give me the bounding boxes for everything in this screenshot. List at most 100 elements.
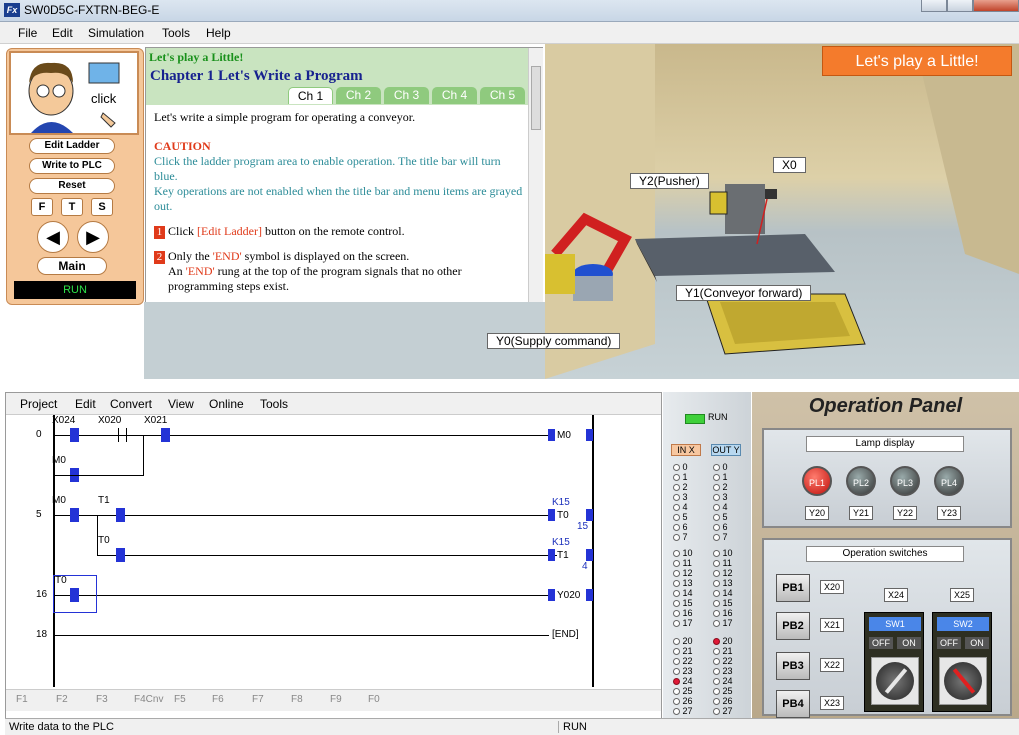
output-led bbox=[713, 504, 720, 512]
input-x-row: 17 bbox=[673, 618, 693, 628]
fkey-f6[interactable]: F6 bbox=[212, 694, 224, 705]
y1-conveyor-label: Y1(Conveyor forward) bbox=[676, 285, 812, 301]
operation-panel-title: Operation Panel bbox=[808, 395, 963, 417]
fkey-f8[interactable]: F8 bbox=[291, 694, 303, 705]
teacher-avatar-icon bbox=[28, 62, 120, 133]
step-number: 5 bbox=[36, 509, 42, 520]
close-button[interactable] bbox=[973, 0, 1019, 12]
ladder-menu-tools[interactable]: Tools bbox=[260, 397, 288, 411]
menu-simulation[interactable]: Simulation bbox=[88, 26, 144, 40]
sw2-off-label: OFF bbox=[937, 637, 961, 649]
prev-arrow-icon[interactable]: ◀ bbox=[37, 221, 69, 253]
tab-ch1[interactable]: Ch 1 bbox=[288, 87, 333, 104]
fkey-f4[interactable]: F4Cnv bbox=[134, 694, 163, 705]
input-x-row: 4 bbox=[673, 502, 688, 512]
s-button[interactable]: S bbox=[91, 198, 113, 216]
ladder-menu-project[interactable]: Project bbox=[20, 397, 57, 411]
contact-m0[interactable] bbox=[70, 508, 79, 522]
push-button-pb2[interactable]: PB2 bbox=[776, 612, 810, 640]
fkey-f0[interactable]: F0 bbox=[368, 694, 380, 705]
coil-y020[interactable]: Y020 bbox=[557, 590, 580, 601]
input-x-row: 1 bbox=[673, 472, 688, 482]
ladder-menu-online[interactable]: Online bbox=[209, 397, 244, 411]
sw2-x25-label: X25 bbox=[950, 588, 974, 602]
output-led bbox=[713, 570, 720, 578]
fkey-f2[interactable]: F2 bbox=[56, 694, 68, 705]
selector-switch-sw2[interactable]: SW2 OFF ON bbox=[932, 612, 992, 712]
tab-ch2[interactable]: Ch 2 bbox=[336, 87, 381, 104]
y0-supply-label: Y0(Supply command) bbox=[487, 333, 621, 349]
main-button[interactable]: Main bbox=[37, 257, 107, 275]
output-y-row: 16 bbox=[713, 608, 733, 618]
minimize-button[interactable] bbox=[921, 0, 947, 12]
tutorial-scrollbar[interactable] bbox=[528, 48, 543, 303]
lamp-pl4: PL4 bbox=[934, 466, 964, 496]
f-button[interactable]: F bbox=[31, 198, 53, 216]
contact-x024[interactable] bbox=[70, 428, 79, 442]
menu-edit[interactable]: Edit bbox=[52, 26, 73, 40]
input-led bbox=[673, 610, 680, 618]
edit-ladder-button[interactable]: Edit Ladder bbox=[29, 138, 115, 154]
tab-ch4[interactable]: Ch 4 bbox=[432, 87, 477, 104]
write-to-plc-button[interactable]: Write to PLC bbox=[29, 158, 115, 174]
input-x-row: 12 bbox=[673, 568, 693, 578]
avatar[interactable]: click bbox=[9, 51, 139, 135]
y2-pusher-label: Y2(Pusher) bbox=[630, 173, 709, 189]
coil-m0[interactable]: M0 bbox=[557, 430, 571, 441]
ladder-menu-view[interactable]: View bbox=[168, 397, 194, 411]
push-button-pb4[interactable]: PB4 bbox=[776, 690, 810, 718]
selector-switch-sw1[interactable]: SW1 OFF ON bbox=[864, 612, 924, 712]
tab-ch5[interactable]: Ch 5 bbox=[480, 87, 525, 104]
menu-file[interactable]: File bbox=[18, 26, 37, 40]
contact-t0[interactable] bbox=[70, 588, 79, 602]
menu-help[interactable]: Help bbox=[206, 26, 231, 40]
output-led bbox=[713, 648, 720, 656]
input-led bbox=[673, 620, 680, 628]
sw2-knob[interactable] bbox=[939, 657, 987, 705]
output-led bbox=[713, 524, 720, 532]
lets-play-banner-button[interactable]: Let's play a Little! bbox=[822, 46, 1012, 76]
push-button-pb1[interactable]: PB1 bbox=[776, 574, 810, 602]
lamp-y22-label: Y22 bbox=[893, 506, 917, 520]
reset-button[interactable]: Reset bbox=[29, 178, 115, 194]
contact-x021[interactable] bbox=[161, 428, 170, 442]
fkey-f9[interactable]: F9 bbox=[330, 694, 342, 705]
app-icon: Fx bbox=[4, 3, 20, 17]
input-x-row: 0 bbox=[673, 462, 688, 472]
menu-tools[interactable]: Tools bbox=[162, 26, 190, 40]
push-button-pb3[interactable]: PB3 bbox=[776, 652, 810, 680]
ladder-menu-edit[interactable]: Edit bbox=[75, 397, 96, 411]
input-led bbox=[673, 524, 680, 532]
chapter-title: Chapter 1 Let's Write a Program bbox=[150, 68, 363, 84]
input-led bbox=[673, 668, 680, 676]
input-led bbox=[673, 570, 680, 578]
coil-t0[interactable]: T0 bbox=[557, 510, 569, 521]
fkey-f3[interactable]: F3 bbox=[96, 694, 108, 705]
maximize-button[interactable] bbox=[947, 0, 973, 12]
output-led bbox=[713, 610, 720, 618]
output-led bbox=[713, 678, 720, 686]
output-y-row: 27 bbox=[713, 706, 733, 716]
coil-t1[interactable]: T1 bbox=[557, 550, 569, 561]
t-button[interactable]: T bbox=[61, 198, 83, 216]
contact-t0[interactable] bbox=[116, 548, 125, 562]
ladder-program-area[interactable]: 0 X024 X020 X021 M0 M0 5 M0 T1 K15 T0 15… bbox=[6, 415, 661, 687]
output-led bbox=[713, 494, 720, 502]
contact-t1[interactable] bbox=[116, 508, 125, 522]
fkey-f7[interactable]: F7 bbox=[252, 694, 264, 705]
ladder-menu-convert[interactable]: Convert bbox=[110, 397, 152, 411]
tab-ch3[interactable]: Ch 3 bbox=[384, 87, 429, 104]
fkey-f5[interactable]: F5 bbox=[174, 694, 186, 705]
output-y-row: 20 bbox=[713, 636, 733, 646]
run-led-label: RUN bbox=[708, 412, 728, 422]
output-y-row: 1 bbox=[713, 472, 728, 482]
end-instruction[interactable]: [END] bbox=[552, 629, 579, 640]
sw1-knob[interactable] bbox=[871, 657, 919, 705]
next-arrow-icon[interactable]: ▶ bbox=[77, 221, 109, 253]
fkey-f1[interactable]: F1 bbox=[16, 694, 28, 705]
operation-switches-label: Operation switches bbox=[806, 546, 964, 562]
input-x-row: 22 bbox=[673, 656, 693, 666]
simulation-scene[interactable] bbox=[545, 44, 1019, 379]
input-led bbox=[673, 648, 680, 656]
pb2-x21-label: X21 bbox=[820, 618, 844, 632]
